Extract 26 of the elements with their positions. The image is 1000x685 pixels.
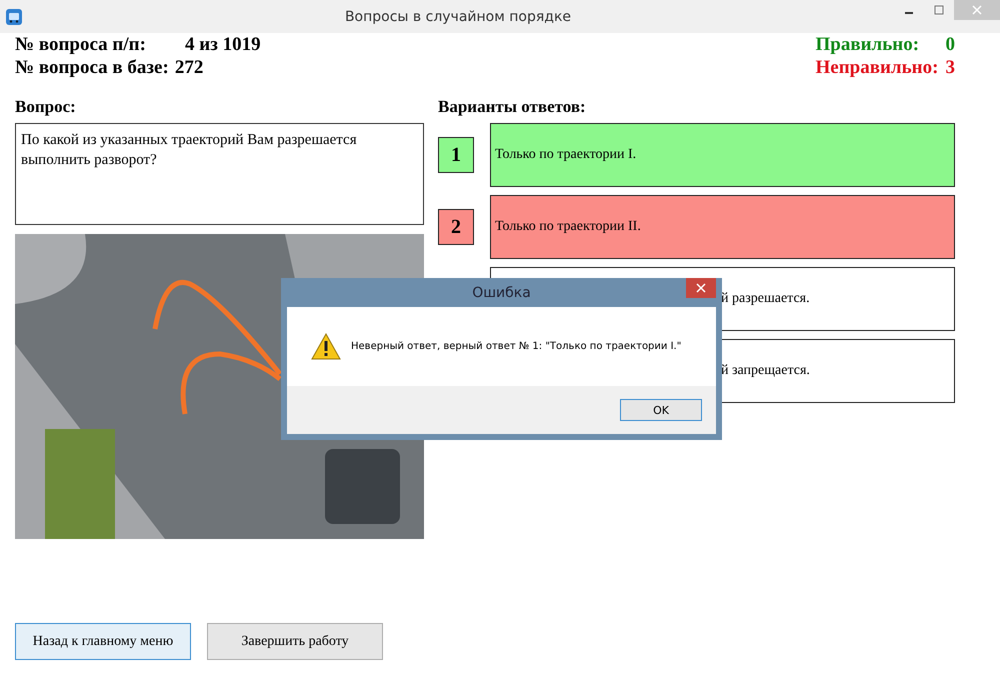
info-value: 4 из 1019 [185, 34, 261, 55]
window-title: Вопросы в случайном порядке [344, 8, 572, 24]
minimize-icon [905, 12, 913, 14]
close-button[interactable] [686, 278, 716, 298]
ok-button[interactable]: OK [620, 399, 702, 421]
answer-option[interactable]: Только по траектории I. [490, 123, 955, 187]
score-value: 0 [946, 34, 955, 55]
close-icon [696, 283, 706, 293]
question-text: По какой из указанных траекторий Вам разрешается выполнить разворот? [15, 123, 424, 225]
answers-heading: Варианты ответов: [438, 97, 587, 117]
question-heading: Вопрос: [15, 97, 77, 117]
close-icon [972, 5, 982, 15]
warning-icon [311, 333, 341, 360]
action-button[interactable]: Завершить работу [207, 623, 383, 660]
info-label: № вопроса п/п: [15, 33, 147, 56]
answer-number[interactable]: 2 [438, 209, 474, 245]
score-label: Правильно: [816, 33, 920, 56]
action-button[interactable]: Назад к главному меню [15, 623, 191, 660]
maximize-icon [934, 5, 944, 15]
info-value: 272 [174, 57, 204, 78]
info-label: № вопроса в базе: [15, 56, 169, 79]
answer-option[interactable]: Только по траектории II. [490, 195, 955, 259]
answer-number[interactable]: 1 [438, 137, 474, 173]
bus-icon [6, 8, 22, 24]
score-value: 3 [946, 57, 955, 78]
score-label: Неправильно: [816, 56, 940, 79]
